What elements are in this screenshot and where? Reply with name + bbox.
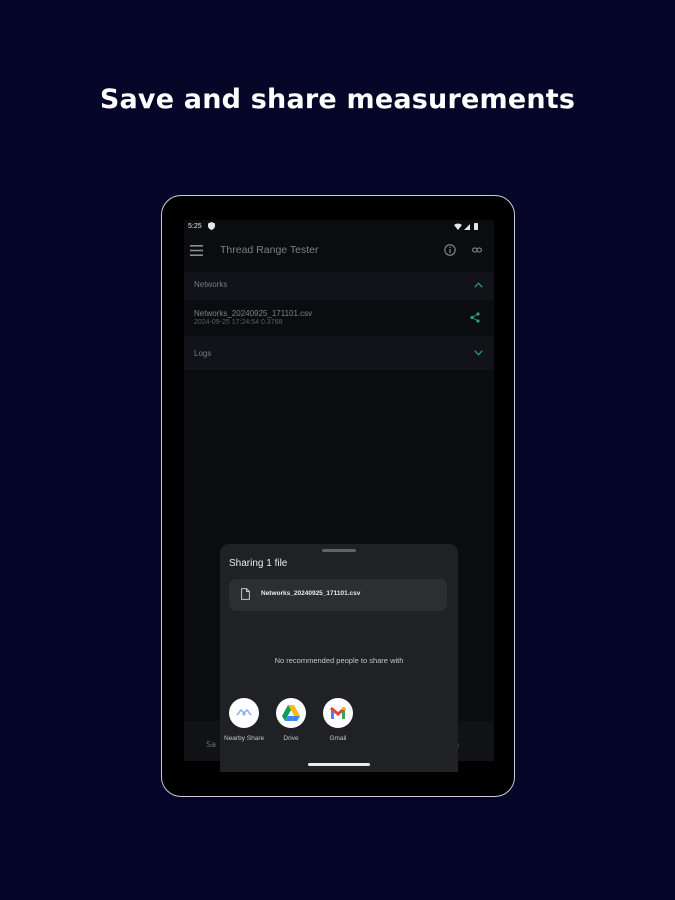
- bottom-nav-left-item[interactable]: Sa: [206, 740, 216, 749]
- shared-file-name: Networks_20240925_171101.csv: [261, 590, 361, 597]
- share-target-label: Gmail: [329, 735, 347, 742]
- page-headline: Save and share measurements: [99, 84, 576, 115]
- link-icon[interactable]: [472, 246, 482, 254]
- file-row[interactable]: Networks_20240925_171101.csv 2024-09-25 …: [184, 300, 494, 334]
- share-target-drive[interactable]: Drive: [271, 698, 311, 742]
- shield-icon: [208, 222, 215, 230]
- networks-section-label: Networks: [194, 280, 228, 289]
- share-sheet: Sharing 1 file Networks_20240925_171101.…: [220, 544, 458, 772]
- logs-section-header[interactable]: Logs: [184, 336, 494, 370]
- wifi-signal-battery-icon: [454, 223, 478, 230]
- chevron-up-icon: [474, 282, 483, 288]
- share-icon[interactable]: [470, 312, 480, 323]
- nearby-share-icon: [229, 698, 259, 728]
- share-target-nearby-share[interactable]: Nearby Share: [224, 698, 264, 742]
- no-recommendations-text: No recommended people to share with: [274, 656, 404, 665]
- document-icon: [241, 588, 250, 600]
- status-time: 5:25: [188, 223, 202, 230]
- shared-file-chip: Networks_20240925_171101.csv: [229, 579, 447, 611]
- file-name: Networks_20240925_171101.csv: [194, 309, 313, 318]
- menu-icon[interactable]: [190, 245, 203, 256]
- share-sheet-title: Sharing 1 file: [229, 558, 288, 569]
- networks-section-header[interactable]: Networks: [184, 272, 494, 300]
- gmail-icon: [323, 698, 353, 728]
- google-drive-icon: [276, 698, 306, 728]
- chevron-down-icon: [474, 350, 483, 356]
- share-target-gmail[interactable]: Gmail: [318, 698, 358, 742]
- share-target-label: Drive: [283, 735, 299, 742]
- status-bar: 5:25: [184, 220, 494, 236]
- share-target-label: Nearby Share: [224, 735, 265, 742]
- info-icon[interactable]: [444, 244, 456, 256]
- app-bar: Thread Range Tester: [184, 236, 494, 266]
- file-date: 2024-09-25 17:24:54 0.3768: [194, 319, 283, 326]
- logs-section-label: Logs: [194, 349, 212, 358]
- drag-handle[interactable]: [322, 549, 356, 552]
- gesture-navigation-bar[interactable]: [308, 763, 370, 766]
- app-title: Thread Range Tester: [220, 244, 319, 256]
